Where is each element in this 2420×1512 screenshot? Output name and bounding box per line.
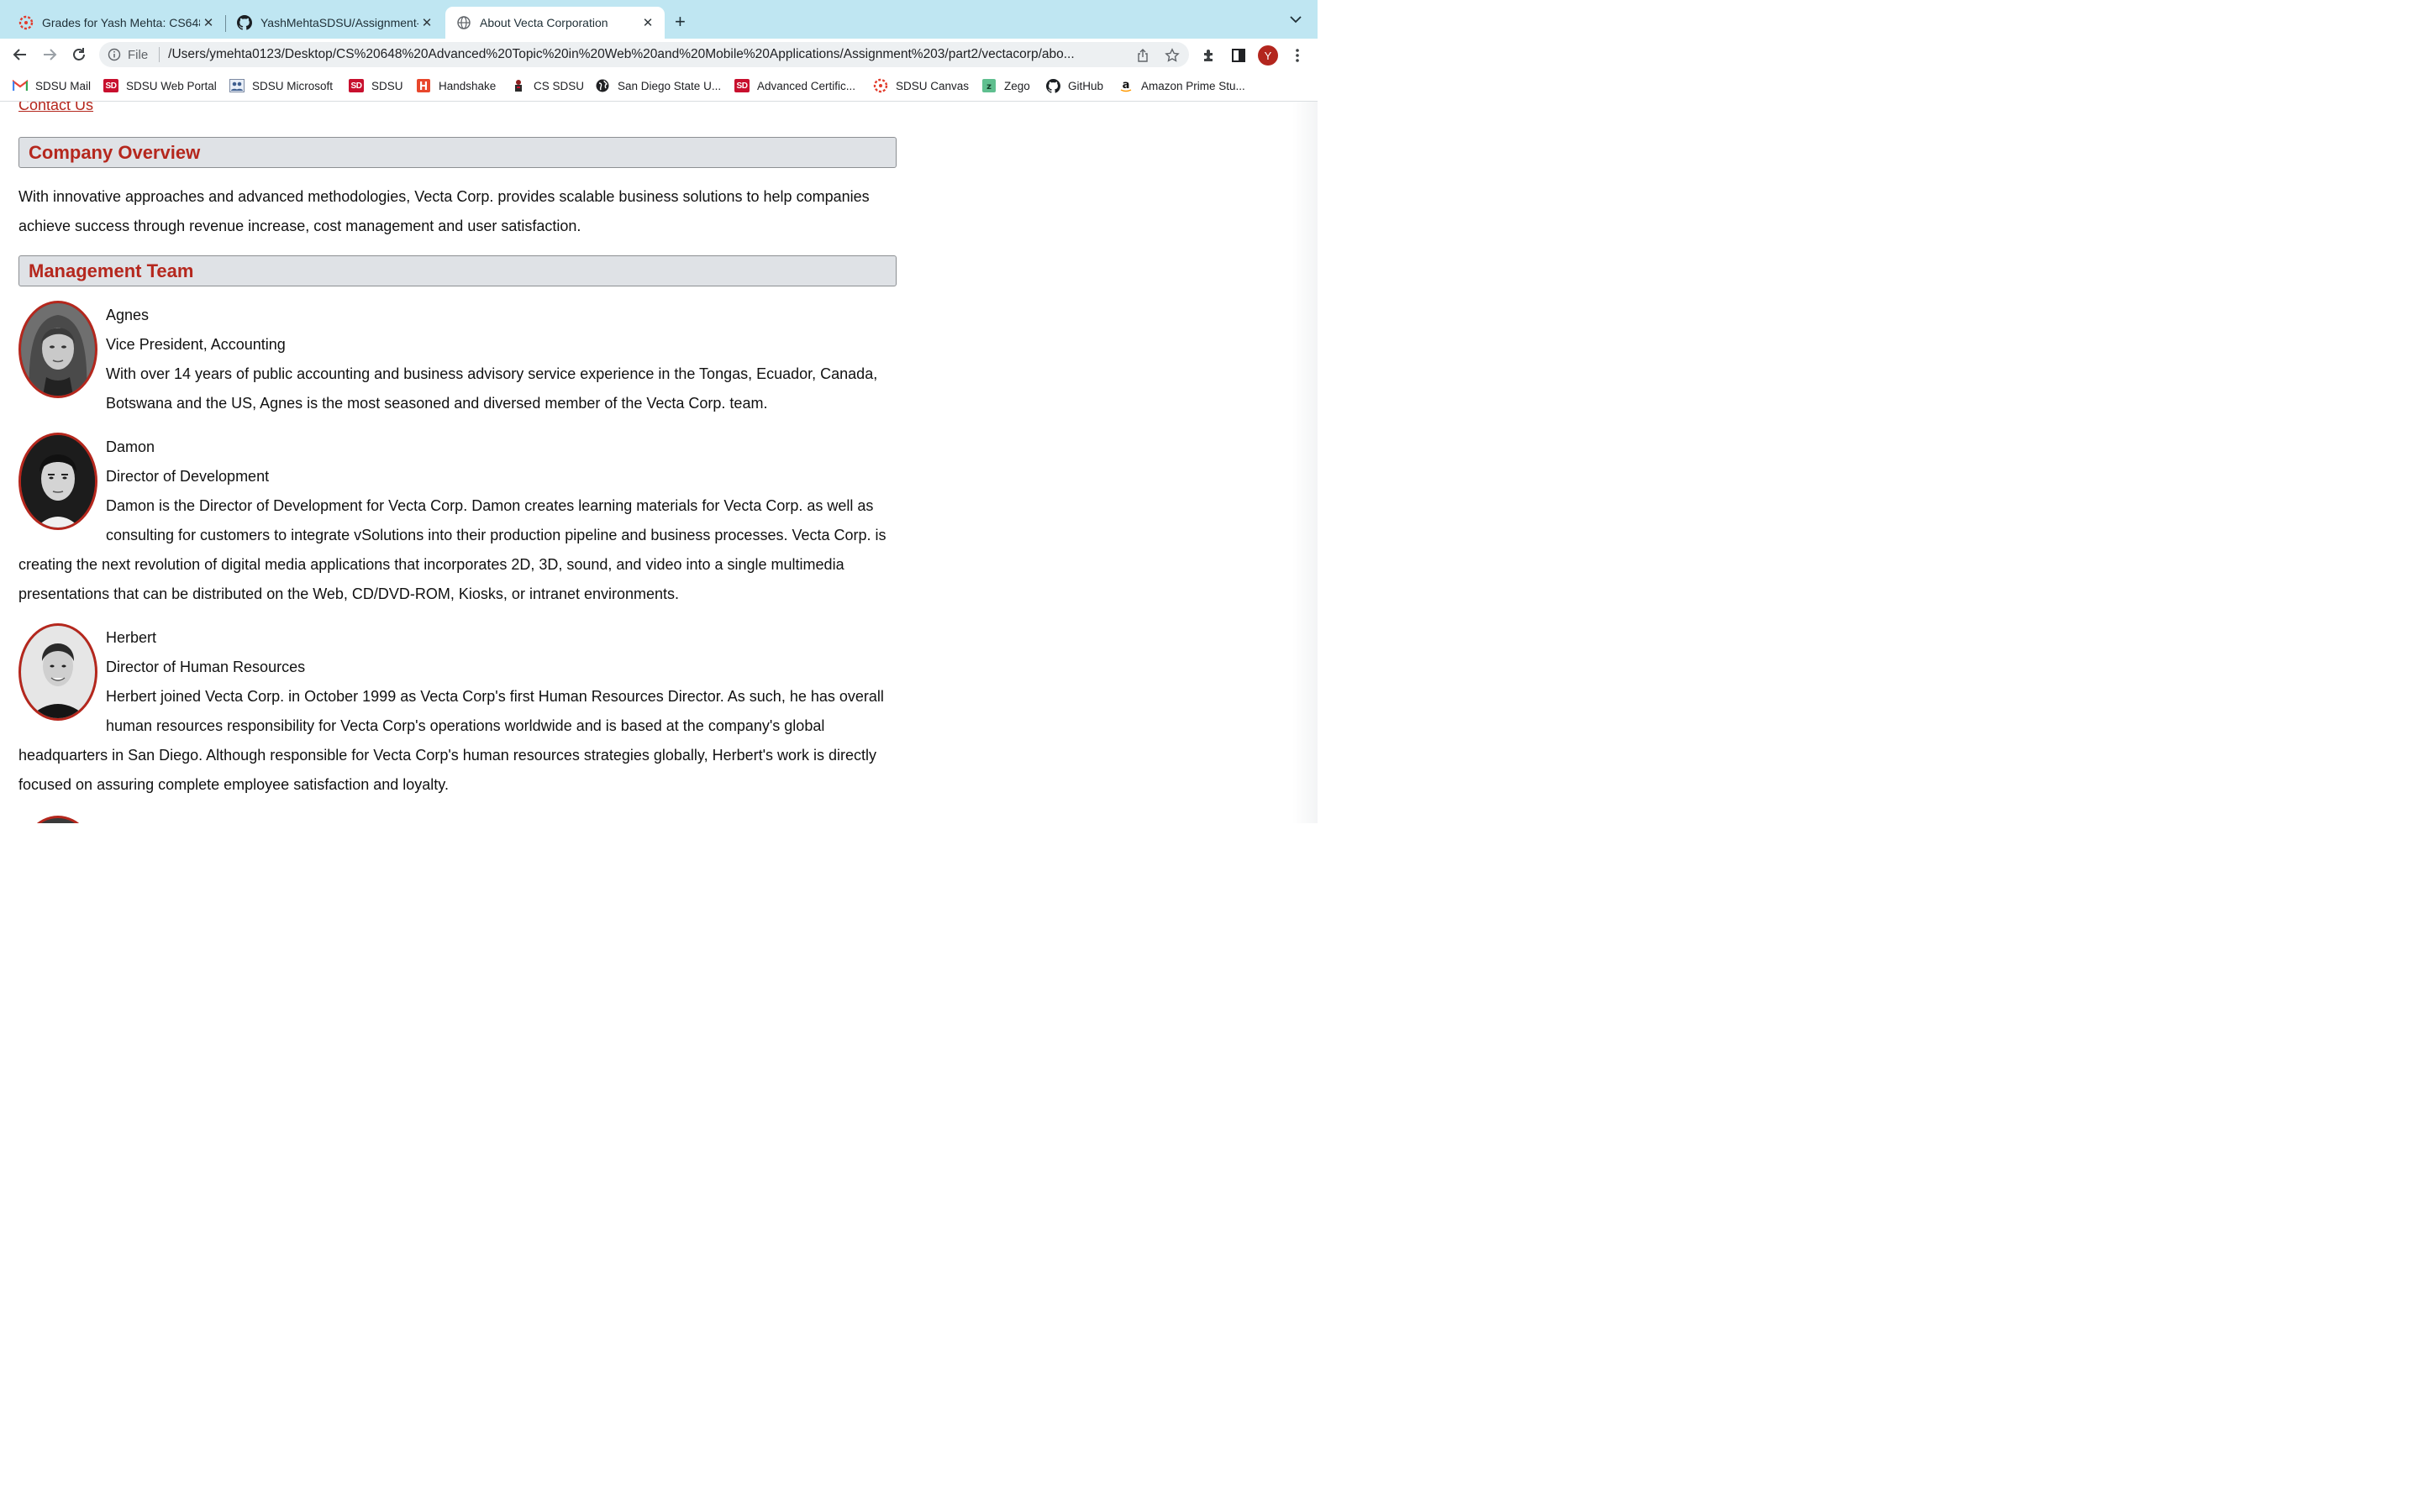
amazon-icon: a: [1118, 79, 1134, 92]
forward-icon[interactable]: [39, 44, 60, 66]
team-member-agnes: Agnes Vice President, Accounting With ov…: [18, 301, 901, 418]
member-name: Herbert: [106, 629, 157, 646]
bookmark-sdsu-web-portal[interactable]: SD SDSU Web Portal: [103, 79, 217, 92]
bookmark-sdsu[interactable]: SD SDSU: [349, 79, 403, 92]
close-icon[interactable]: ✕: [639, 15, 656, 30]
member-bio: Damon is the Director of Development for…: [18, 497, 886, 602]
star-icon[interactable]: [1165, 48, 1180, 63]
member-name: Damon: [106, 438, 155, 455]
tab-title: About Vecta Corporation: [480, 16, 608, 29]
management-team-heading: Management Team: [18, 255, 897, 286]
bookmark-label: SDSU Mail: [35, 79, 92, 92]
url-scheme-label: File: [128, 47, 149, 62]
people-icon: [229, 79, 245, 92]
sdsu-icon: SD: [734, 79, 750, 92]
bookmarks-bar: SDSU Mail SD SDSU Web Portal SDSU Micros…: [0, 71, 1318, 102]
handshake-icon: [416, 79, 431, 92]
profile-avatar[interactable]: Y: [1258, 45, 1278, 66]
bookmark-label: Amazon Prime Stu...: [1141, 79, 1245, 92]
bookmark-sdsu-mail[interactable]: SDSU Mail: [13, 79, 91, 92]
herbert-photo: [18, 623, 97, 721]
back-icon[interactable]: [9, 44, 31, 66]
page-edge-shadow: [1292, 102, 1318, 823]
info-icon[interactable]: [108, 48, 121, 61]
bookmark-label: SDSU Web Portal: [126, 79, 217, 92]
tab-strip: Grades for Yash Mehta: CS648 ✕ YashMehta…: [0, 0, 1318, 39]
tab-about-vecta[interactable]: About Vecta Corporation ✕: [445, 7, 665, 39]
bookmark-zego[interactable]: z Zego: [981, 79, 1030, 92]
damon-photo: [18, 433, 97, 530]
sdsu-icon: SD: [103, 79, 118, 92]
github-icon: [237, 15, 252, 30]
bookmark-label: SDSU Microsoft: [252, 79, 334, 92]
tab-github-assignment[interactable]: YashMehtaSDSU/Assignment-2 ✕: [218, 7, 444, 39]
cs-sdsu-icon: [511, 79, 526, 92]
bookmark-label: GitHub: [1068, 79, 1104, 92]
address-bar[interactable]: File /Users/ymehta0123/Desktop/CS%20648%…: [99, 42, 1189, 67]
bookmark-github[interactable]: GitHub: [1045, 78, 1104, 93]
company-overview-heading: Company Overview: [18, 137, 897, 168]
page-viewport: Contact Us Company Overview With innovat…: [0, 102, 1318, 823]
bookmark-label: SDSU Canvas: [896, 79, 970, 92]
member-bio: Herbert joined Vecta Corp. in October 19…: [18, 688, 884, 793]
share-icon[interactable]: [1135, 48, 1150, 63]
bookmark-cs-sdsu[interactable]: CS SDSU: [511, 79, 584, 92]
close-icon[interactable]: ✕: [200, 15, 217, 30]
company-overview-text: With innovative approaches and advanced …: [18, 188, 870, 234]
chevron-down-icon[interactable]: [1290, 13, 1302, 26]
extensions-icon[interactable]: [1201, 47, 1218, 64]
next-member-photo-partial: [18, 816, 97, 823]
member-title: Vice President, Accounting: [106, 336, 286, 353]
member-name: Agnes: [106, 307, 150, 323]
tab-title: Grades for Yash Mehta: CS648: [42, 16, 200, 29]
url-text[interactable]: /Users/ymehta0123/Desktop/CS%20648%20Adv…: [168, 47, 1122, 62]
zego-icon: z: [981, 79, 997, 92]
globe-icon: [595, 79, 610, 92]
bookmark-handshake[interactable]: Handshake: [416, 79, 496, 92]
bookmark-sdsu-microsoft[interactable]: SDSU Microsoft: [229, 79, 333, 92]
team-member-herbert: Herbert Director of Human Resources Herb…: [18, 623, 901, 800]
svg-text:a: a: [1123, 79, 1130, 92]
sdsu-icon: SD: [349, 79, 364, 92]
side-panel-icon[interactable]: [1230, 47, 1247, 64]
section-heading-text: Management Team: [29, 260, 194, 281]
tab-canvas-grades[interactable]: Grades for Yash Mehta: CS648 ✕: [0, 7, 225, 39]
bookmark-advanced-certificate[interactable]: SD Advanced Certific...: [734, 79, 855, 92]
bookmark-san-diego-state[interactable]: San Diego State U...: [595, 79, 721, 92]
close-icon[interactable]: ✕: [418, 15, 435, 30]
section-heading-text: Company Overview: [29, 141, 201, 163]
canvas-icon: [18, 15, 34, 30]
bookmark-label: Zego: [1004, 79, 1030, 92]
bookmark-label: SDSU: [371, 79, 403, 92]
member-title: Director of Human Resources: [106, 659, 306, 675]
bookmark-label: CS SDSU: [534, 79, 585, 92]
browser-toolbar: File /Users/ymehta0123/Desktop/CS%20648%…: [0, 39, 1318, 71]
github-icon: [1045, 78, 1060, 93]
member-title: Director of Development: [106, 468, 270, 485]
omnibox-divider: [159, 47, 160, 62]
globe-icon: [456, 15, 471, 30]
bookmark-label: San Diego State U...: [618, 79, 722, 92]
canvas-icon: [873, 78, 888, 93]
bookmark-sdsu-canvas[interactable]: SDSU Canvas: [873, 78, 970, 93]
gmail-icon: [13, 79, 28, 92]
svg-text:z: z: [986, 82, 992, 92]
tab-title: YashMehtaSDSU/Assignment-2: [260, 16, 418, 29]
reload-icon[interactable]: [68, 44, 90, 66]
agnes-photo: [18, 301, 97, 398]
contact-us-link[interactable]: Contact Us: [18, 102, 93, 114]
bookmark-label: Advanced Certific...: [757, 79, 856, 92]
more-menu-icon[interactable]: [1289, 47, 1306, 64]
member-bio: With over 14 years of public accounting …: [106, 365, 878, 412]
team-member-damon: Damon Director of Development Damon is t…: [18, 433, 901, 609]
bookmark-amazon-prime[interactable]: a Amazon Prime Stu...: [1118, 79, 1245, 92]
new-tab-icon[interactable]: +: [675, 13, 686, 31]
bookmark-label: Handshake: [439, 79, 497, 92]
